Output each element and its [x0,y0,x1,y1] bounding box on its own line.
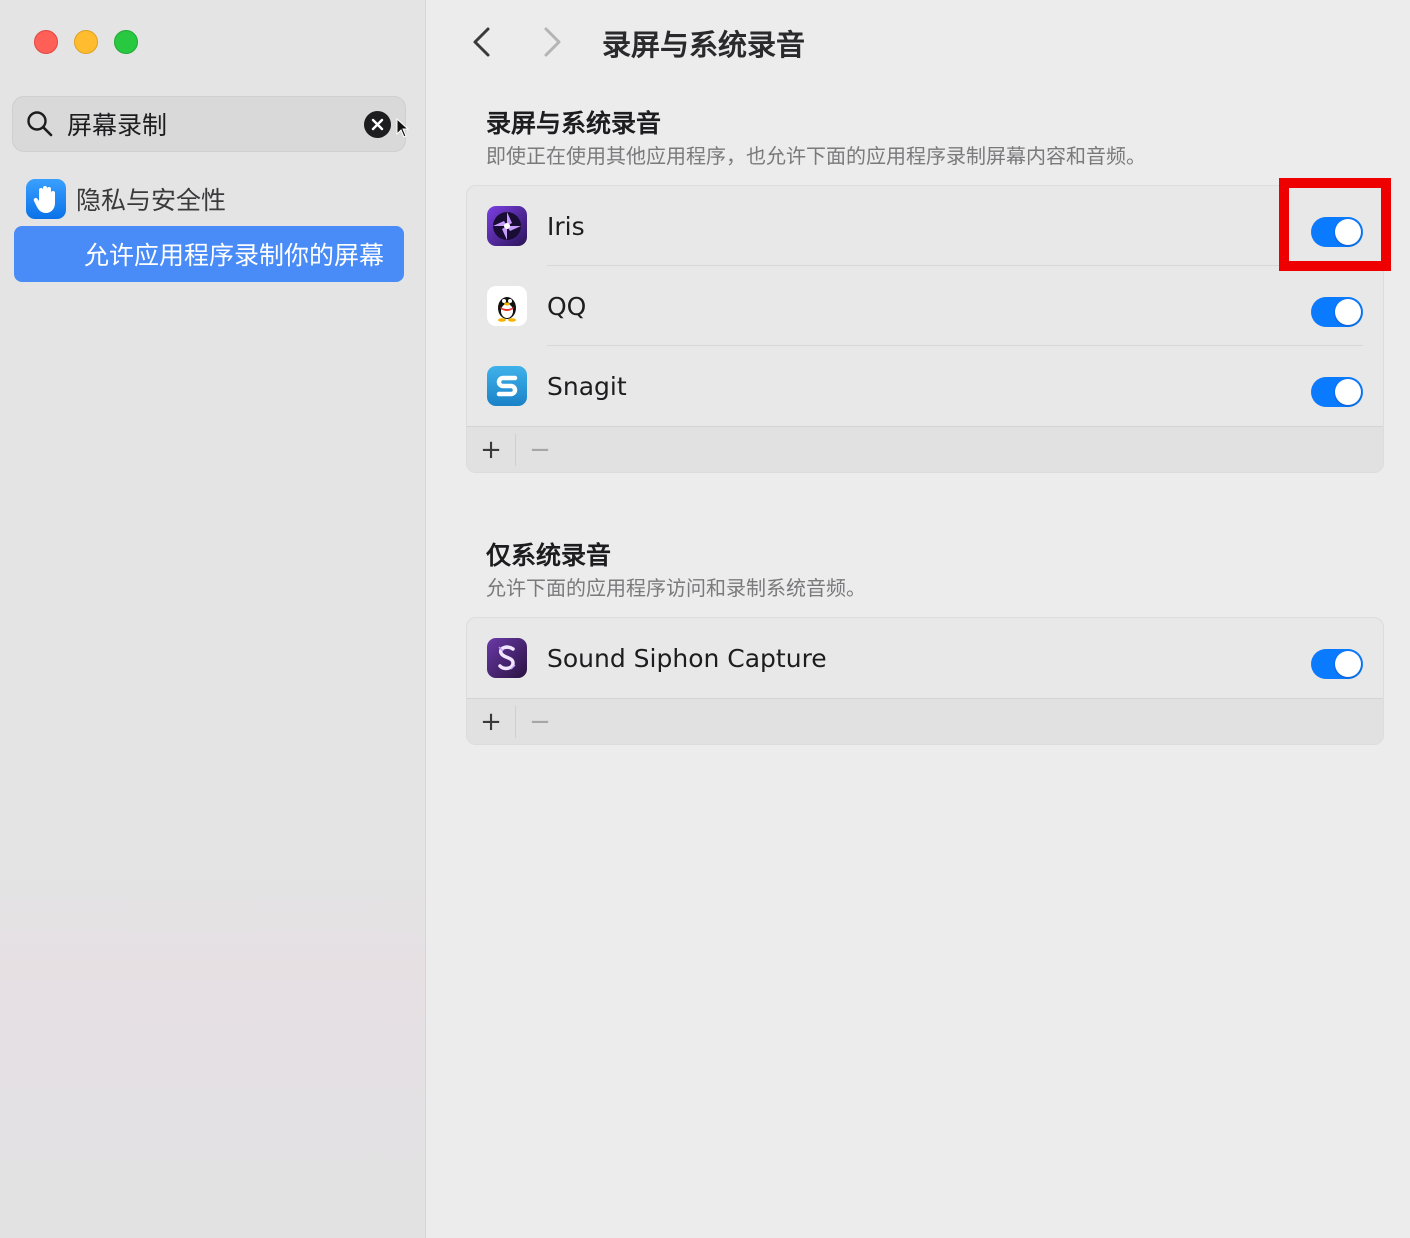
section-description-screen-recording: 即使正在使用其他应用程序，也允许下面的应用程序录制屏幕内容和音频。 [486,144,1146,168]
list-item-sound-siphon-capture: Sound Siphon Capture [467,618,1383,698]
sound-siphon-app-icon [487,638,527,678]
add-app-button[interactable]: + [479,707,503,737]
search-icon [25,109,55,139]
sound-siphon-toggle[interactable] [1311,649,1363,679]
highlight-annotation-box [1279,178,1391,271]
app-name: QQ [547,291,587,321]
panel-footer: + − [467,698,1383,744]
section-description-system-audio: 允许下面的应用程序访问和录制系统音频。 [486,576,866,600]
qq-toggle[interactable] [1311,297,1363,327]
hand-privacy-icon [26,179,66,219]
search-field[interactable]: 屏幕录制 [12,96,406,152]
snagit-app-icon [487,366,527,406]
screen-recording-apps-panel: Iris QQ Snagit + − [466,185,1384,473]
page-title: 录屏与系统录音 [602,28,806,62]
panel-footer: + − [467,426,1383,472]
back-chevron-icon[interactable] [470,26,494,58]
app-name: Iris [547,211,585,241]
sidebar-item-label: 隐私与安全性 [76,186,227,215]
sidebar-item-label: 允许应用程序录制你的屏幕 [83,241,384,270]
app-name: Sound Siphon Capture [547,643,827,673]
remove-app-button[interactable]: − [528,707,552,737]
zoom-window-button[interactable] [114,30,138,54]
sidebar-item-screen-recording[interactable]: 允许应用程序录制你的屏幕 [14,226,404,282]
list-item-qq: QQ [467,266,1383,346]
system-audio-apps-panel: Sound Siphon Capture + − [466,617,1384,745]
list-item-snagit: Snagit [467,346,1383,426]
footer-separator [515,433,516,466]
search-input[interactable]: 屏幕录制 [67,106,167,142]
toggle-knob [1335,299,1361,325]
iris-app-icon [487,206,527,246]
section-title-screen-recording: 录屏与系统录音 [486,109,662,138]
qq-penguin-icon [487,286,527,326]
add-app-button[interactable]: + [479,435,503,465]
clear-search-icon[interactable] [364,111,391,138]
forward-chevron-icon[interactable] [540,26,564,58]
window-controls [34,30,138,54]
minimize-window-button[interactable] [74,30,98,54]
section-title-system-audio: 仅系统录音 [486,541,612,570]
remove-app-button[interactable]: − [528,435,552,465]
toggle-knob [1335,379,1361,405]
footer-separator [515,705,516,738]
list-item-iris: Iris [467,186,1383,266]
toggle-knob [1335,651,1361,677]
mouse-cursor-icon [396,118,410,138]
sidebar-item-privacy-security[interactable]: 隐私与安全性 [26,178,226,220]
sidebar: 屏幕录制 隐私与安全性 允许应用程序录制你的屏幕 [0,0,426,1238]
snagit-toggle[interactable] [1311,377,1363,407]
app-name: Snagit [547,371,627,401]
close-window-button[interactable] [34,30,58,54]
main-content: 录屏与系统录音 录屏与系统录音 即使正在使用其他应用程序，也允许下面的应用程序录… [426,0,1410,1238]
